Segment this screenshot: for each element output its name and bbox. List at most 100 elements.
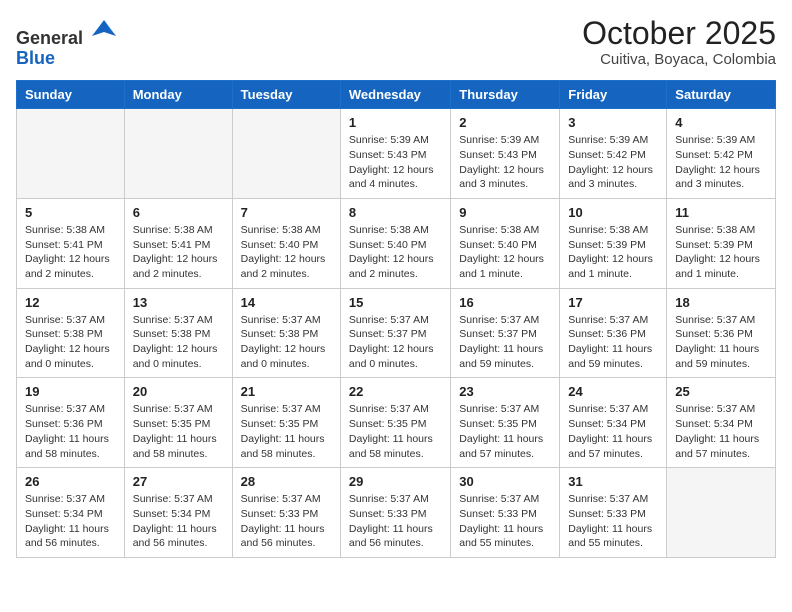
week-row-5: 26Sunrise: 5:37 AM Sunset: 5:34 PM Dayli… xyxy=(17,468,776,558)
day-info: Sunrise: 5:37 AM Sunset: 5:33 PM Dayligh… xyxy=(459,492,551,551)
day-info: Sunrise: 5:39 AM Sunset: 5:42 PM Dayligh… xyxy=(675,133,767,192)
day-number: 16 xyxy=(459,295,551,310)
day-header-thursday: Thursday xyxy=(451,81,560,109)
day-cell: 7 Sunrise: 5:38 AM Sunset: 5:40 PM Daylig… xyxy=(232,198,340,288)
day-cell: 30 Sunrise: 5:37 AM Sunset: 5:33 PM Dayli… xyxy=(451,468,560,558)
day-number: 4 xyxy=(675,115,767,130)
day-number: 7 xyxy=(241,205,332,220)
day-cell: 12 Sunrise: 5:37 AM Sunset: 5:38 PM Dayli… xyxy=(17,288,125,378)
day-cell xyxy=(124,109,232,199)
day-cell: 28 Sunrise: 5:37 AM Sunset: 5:33 PM Dayli… xyxy=(232,468,340,558)
day-number: 22 xyxy=(349,384,442,399)
day-cell: 25 Sunrise: 5:37 AM Sunset: 5:34 PM Dayli… xyxy=(667,378,776,468)
page-header: General Blue October 2025 Cuitiva, Boyac… xyxy=(16,16,776,68)
day-number: 10 xyxy=(568,205,658,220)
day-cell: 17Sunrise: 5:37 AM Sunset: 5:36 PM Dayli… xyxy=(560,288,667,378)
day-cell: 15 Sunrise: 5:37 AM Sunset: 5:37 PM Dayli… xyxy=(340,288,450,378)
day-cell: 11 Sunrise: 5:38 AM Sunset: 5:39 PM Dayli… xyxy=(667,198,776,288)
day-info: Sunrise: 5:38 AM Sunset: 5:40 PM Dayligh… xyxy=(241,223,332,282)
day-info: Sunrise: 5:38 AM Sunset: 5:39 PM Dayligh… xyxy=(568,223,658,282)
day-info: Sunrise: 5:37 AM Sunset: 5:34 PM Dayligh… xyxy=(133,492,224,551)
day-cell: 5 Sunrise: 5:38 AM Sunset: 5:41 PM Daylig… xyxy=(17,198,125,288)
day-number: 15 xyxy=(349,295,442,310)
day-info: Sunrise: 5:37 AM Sunset: 5:36 PM Dayligh… xyxy=(675,313,767,372)
day-cell: 14 Sunrise: 5:37 AM Sunset: 5:38 PM Dayli… xyxy=(232,288,340,378)
day-info: Sunrise: 5:37 AM Sunset: 5:37 PM Dayligh… xyxy=(349,313,442,372)
day-number: 14 xyxy=(241,295,332,310)
day-number: 12 xyxy=(25,295,116,310)
day-number: 20 xyxy=(133,384,224,399)
day-info: Sunrise: 5:37 AM Sunset: 5:38 PM Dayligh… xyxy=(25,313,116,372)
day-header-monday: Monday xyxy=(124,81,232,109)
logo: General Blue xyxy=(16,16,118,67)
day-cell: 19 Sunrise: 5:37 AM Sunset: 5:36 PM Dayli… xyxy=(17,378,125,468)
day-info: Sunrise: 5:37 AM Sunset: 5:34 PM Dayligh… xyxy=(675,402,767,461)
day-cell xyxy=(17,109,125,199)
day-cell: 18 Sunrise: 5:37 AM Sunset: 5:36 PM Dayli… xyxy=(667,288,776,378)
day-info: Sunrise: 5:38 AM Sunset: 5:40 PM Dayligh… xyxy=(459,223,551,282)
day-cell: 4 Sunrise: 5:39 AM Sunset: 5:42 PM Daylig… xyxy=(667,109,776,199)
day-cell: 23 Sunrise: 5:37 AM Sunset: 5:35 PM Dayli… xyxy=(451,378,560,468)
day-info: Sunrise: 5:39 AM Sunset: 5:43 PM Dayligh… xyxy=(459,133,551,192)
day-header-saturday: Saturday xyxy=(667,81,776,109)
day-cell: 16 Sunrise: 5:37 AM Sunset: 5:37 PM Dayli… xyxy=(451,288,560,378)
logo-icon xyxy=(90,16,118,44)
day-info: Sunrise: 5:38 AM Sunset: 5:39 PM Dayligh… xyxy=(675,223,767,282)
day-cell: 13Sunrise: 5:37 AM Sunset: 5:38 PM Dayli… xyxy=(124,288,232,378)
title-area: October 2025 Cuitiva, Boyaca, Colombia xyxy=(582,16,776,68)
month-title: October 2025 xyxy=(582,16,776,51)
day-header-wednesday: Wednesday xyxy=(340,81,450,109)
day-cell: 20Sunrise: 5:37 AM Sunset: 5:35 PM Dayli… xyxy=(124,378,232,468)
day-info: Sunrise: 5:37 AM Sunset: 5:33 PM Dayligh… xyxy=(349,492,442,551)
week-row-3: 12 Sunrise: 5:37 AM Sunset: 5:38 PM Dayli… xyxy=(17,288,776,378)
day-number: 5 xyxy=(25,205,116,220)
day-info: Sunrise: 5:39 AM Sunset: 5:42 PM Dayligh… xyxy=(568,133,658,192)
day-info: Sunrise: 5:37 AM Sunset: 5:35 PM Dayligh… xyxy=(241,402,332,461)
day-number: 9 xyxy=(459,205,551,220)
day-number: 8 xyxy=(349,205,442,220)
day-cell: 31Sunrise: 5:37 AM Sunset: 5:33 PM Dayli… xyxy=(560,468,667,558)
day-number: 6 xyxy=(133,205,224,220)
day-number: 3 xyxy=(568,115,658,130)
day-cell: 22 Sunrise: 5:37 AM Sunset: 5:35 PM Dayli… xyxy=(340,378,450,468)
day-info: Sunrise: 5:39 AM Sunset: 5:43 PM Dayligh… xyxy=(349,133,442,192)
day-info: Sunrise: 5:38 AM Sunset: 5:41 PM Dayligh… xyxy=(133,223,224,282)
day-number: 2 xyxy=(459,115,551,130)
week-row-2: 5 Sunrise: 5:38 AM Sunset: 5:41 PM Daylig… xyxy=(17,198,776,288)
day-info: Sunrise: 5:37 AM Sunset: 5:37 PM Dayligh… xyxy=(459,313,551,372)
day-info: Sunrise: 5:37 AM Sunset: 5:33 PM Dayligh… xyxy=(241,492,332,551)
day-number: 23 xyxy=(459,384,551,399)
day-info: Sunrise: 5:37 AM Sunset: 5:34 PM Dayligh… xyxy=(568,402,658,461)
day-info: Sunrise: 5:38 AM Sunset: 5:41 PM Dayligh… xyxy=(25,223,116,282)
week-row-1: 1Sunrise: 5:39 AM Sunset: 5:43 PM Daylig… xyxy=(17,109,776,199)
calendar: SundayMondayTuesdayWednesdayThursdayFrid… xyxy=(16,80,776,558)
day-cell: 21 Sunrise: 5:37 AM Sunset: 5:35 PM Dayli… xyxy=(232,378,340,468)
day-header-friday: Friday xyxy=(560,81,667,109)
day-number: 21 xyxy=(241,384,332,399)
day-number: 28 xyxy=(241,474,332,489)
day-cell: 2 Sunrise: 5:39 AM Sunset: 5:43 PM Daylig… xyxy=(451,109,560,199)
day-number: 11 xyxy=(675,205,767,220)
day-info: Sunrise: 5:37 AM Sunset: 5:35 PM Dayligh… xyxy=(349,402,442,461)
day-number: 19 xyxy=(25,384,116,399)
day-number: 13 xyxy=(133,295,224,310)
logo-text: General xyxy=(16,16,118,49)
day-number: 25 xyxy=(675,384,767,399)
day-info: Sunrise: 5:38 AM Sunset: 5:40 PM Dayligh… xyxy=(349,223,442,282)
day-info: Sunrise: 5:37 AM Sunset: 5:36 PM Dayligh… xyxy=(25,402,116,461)
day-cell: 8 Sunrise: 5:38 AM Sunset: 5:40 PM Daylig… xyxy=(340,198,450,288)
day-number: 30 xyxy=(459,474,551,489)
day-cell: 10 Sunrise: 5:38 AM Sunset: 5:39 PM Dayli… xyxy=(560,198,667,288)
day-number: 24 xyxy=(568,384,658,399)
day-cell: 24 Sunrise: 5:37 AM Sunset: 5:34 PM Dayli… xyxy=(560,378,667,468)
day-cell xyxy=(232,109,340,199)
day-cell: 1Sunrise: 5:39 AM Sunset: 5:43 PM Daylig… xyxy=(340,109,450,199)
day-cell: 6 Sunrise: 5:38 AM Sunset: 5:41 PM Daylig… xyxy=(124,198,232,288)
day-header-tuesday: Tuesday xyxy=(232,81,340,109)
day-cell: 9 Sunrise: 5:38 AM Sunset: 5:40 PM Daylig… xyxy=(451,198,560,288)
day-number: 31 xyxy=(568,474,658,489)
day-info: Sunrise: 5:37 AM Sunset: 5:38 PM Dayligh… xyxy=(241,313,332,372)
day-info: Sunrise: 5:37 AM Sunset: 5:35 PM Dayligh… xyxy=(459,402,551,461)
day-cell xyxy=(667,468,776,558)
day-number: 18 xyxy=(675,295,767,310)
